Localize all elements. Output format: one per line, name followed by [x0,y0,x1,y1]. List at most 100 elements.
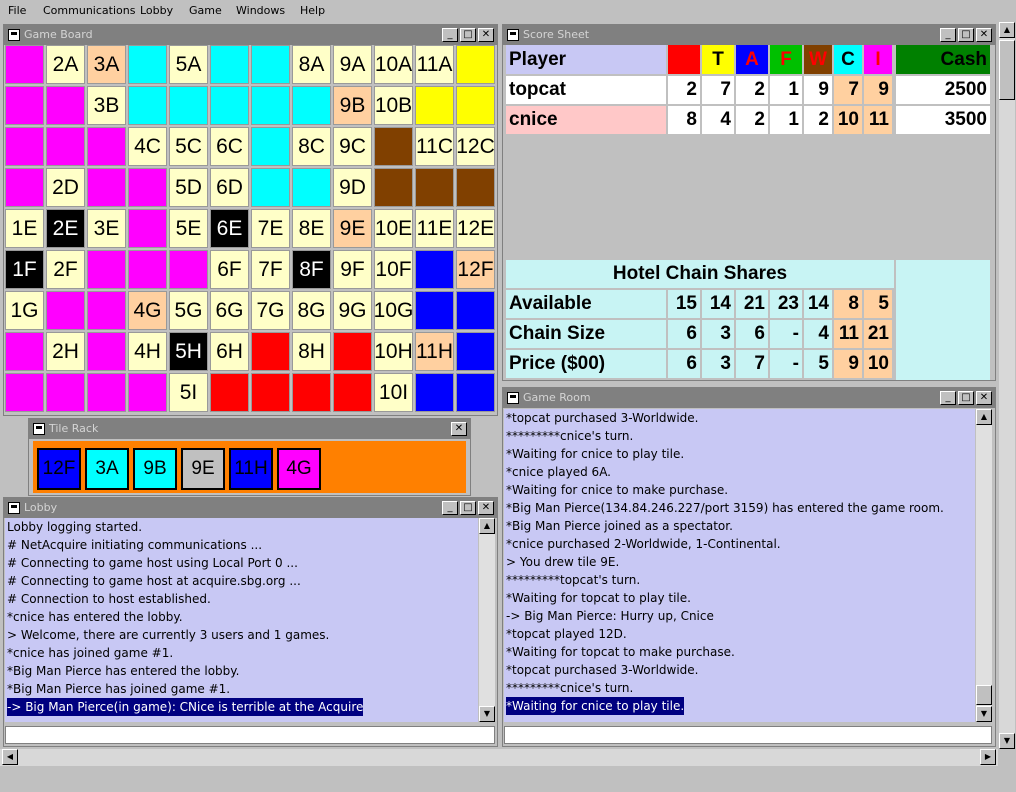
board-cell[interactable] [169,250,208,289]
board-cell[interactable] [210,86,249,125]
board-cell[interactable] [415,86,454,125]
board-cell[interactable]: 10E [374,209,413,248]
board-cell[interactable] [374,127,413,166]
board-cell[interactable]: 4H [128,332,167,371]
board-cell[interactable]: 5D [169,168,208,207]
board-cell[interactable]: 7F [251,250,290,289]
board-cell[interactable] [456,86,495,125]
menu-help[interactable]: Help [300,4,325,17]
board-cell[interactable] [169,86,208,125]
scroll-down-arrow-icon[interactable]: ▼ [479,706,495,722]
board-cell[interactable]: 9B [333,86,372,125]
board-cell[interactable] [333,332,372,371]
main-vertical-scrollbar[interactable]: ▲ ▼ [998,22,1015,749]
game-room-input[interactable] [504,726,992,744]
board-cell[interactable]: 6D [210,168,249,207]
rack-tile[interactable]: 3A [85,448,129,490]
board-cell[interactable]: 12C [456,127,495,166]
lobby-titlebar[interactable]: Lobby _ □ ✕ [4,498,497,518]
board-cell[interactable] [456,168,495,207]
board-cell[interactable]: 9D [333,168,372,207]
board-cell[interactable] [128,250,167,289]
rack-tile[interactable]: 12F [37,448,81,490]
board-cell[interactable]: 1F [5,250,44,289]
board-cell[interactable]: 4G [128,291,167,330]
maximize-button[interactable]: □ [958,391,974,405]
board-cell[interactable]: 1E [5,209,44,248]
board-cell[interactable]: 2F [46,250,85,289]
board-cell[interactable] [456,373,495,412]
board-cell[interactable] [456,332,495,371]
board-cell[interactable] [251,127,290,166]
board-cell[interactable]: 6F [210,250,249,289]
board-cell[interactable]: 8C [292,127,331,166]
board-cell[interactable] [87,168,126,207]
board-cell[interactable] [251,45,290,84]
board-cell[interactable] [456,45,495,84]
close-button[interactable]: ✕ [478,28,494,42]
board-cell[interactable]: 9E [333,209,372,248]
scroll-up-arrow-icon[interactable]: ▲ [976,409,992,425]
board-cell[interactable]: 12E [456,209,495,248]
rack-tile[interactable]: 9E [181,448,225,490]
board-cell[interactable]: 3E [87,209,126,248]
board-cell[interactable] [333,373,372,412]
board-cell[interactable]: 11A [415,45,454,84]
board-cell[interactable]: 10A [374,45,413,84]
board-cell[interactable] [456,291,495,330]
board-cell[interactable] [415,373,454,412]
board-cell[interactable] [128,45,167,84]
board-cell[interactable] [87,250,126,289]
board-cell[interactable] [128,373,167,412]
board-cell[interactable] [251,168,290,207]
scroll-up-arrow-icon[interactable]: ▲ [479,518,495,534]
board-cell[interactable]: 5C [169,127,208,166]
board-cell[interactable]: 2E [46,209,85,248]
board-cell[interactable]: 2H [46,332,85,371]
board-cell[interactable]: 9A [333,45,372,84]
board-cell[interactable]: 5G [169,291,208,330]
board-cell[interactable]: 10H [374,332,413,371]
board-cell[interactable]: 6H [210,332,249,371]
minimize-button[interactable]: _ [940,28,956,42]
board-cell[interactable] [5,86,44,125]
board-cell[interactable] [415,168,454,207]
board-cell[interactable]: 8H [292,332,331,371]
board-cell[interactable] [251,373,290,412]
board-cell[interactable] [46,127,85,166]
board-cell[interactable] [87,291,126,330]
lobby-input[interactable] [5,726,495,744]
score-sheet-titlebar[interactable]: Score Sheet _ □ ✕ [503,25,995,45]
board-cell[interactable]: 10B [374,86,413,125]
board-cell[interactable]: 5I [169,373,208,412]
menu-file[interactable]: File [8,4,26,17]
board-cell[interactable] [251,86,290,125]
board-cell[interactable]: 1G [5,291,44,330]
minimize-button[interactable]: _ [442,501,458,515]
scroll-left-arrow-icon[interactable]: ◀ [2,749,18,765]
board-cell[interactable] [251,332,290,371]
board-cell[interactable]: 9G [333,291,372,330]
board-cell[interactable]: 11H [415,332,454,371]
board-cell[interactable] [87,127,126,166]
board-cell[interactable]: 6G [210,291,249,330]
board-cell[interactable]: 10I [374,373,413,412]
main-horizontal-scrollbar[interactable]: ◀ ▶ [0,749,998,766]
board-cell[interactable] [292,86,331,125]
board-cell[interactable]: 10F [374,250,413,289]
board-cell[interactable] [87,373,126,412]
board-cell[interactable] [415,250,454,289]
board-cell[interactable]: 6E [210,209,249,248]
board-cell[interactable] [128,168,167,207]
board-cell[interactable]: 6C [210,127,249,166]
board-cell[interactable] [128,86,167,125]
board-cell[interactable] [128,209,167,248]
menu-windows[interactable]: Windows [236,4,285,17]
board-cell[interactable]: 3B [87,86,126,125]
board-cell[interactable]: 5E [169,209,208,248]
maximize-button[interactable]: □ [958,28,974,42]
close-button[interactable]: ✕ [976,391,992,405]
maximize-button[interactable]: □ [460,501,476,515]
board-cell[interactable] [210,373,249,412]
board-cell[interactable]: 8G [292,291,331,330]
